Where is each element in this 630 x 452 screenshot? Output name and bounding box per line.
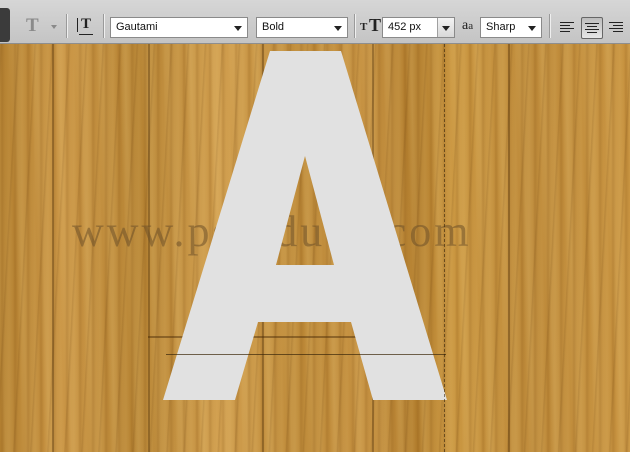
anti-alias-glyph-small: a [468,20,474,32]
text-orientation-icon [77,18,78,32]
chevron-down-icon [51,25,57,29]
text-bounding-guide [444,44,445,452]
separator [66,14,68,38]
separator [103,14,105,38]
align-right-button[interactable] [605,17,627,39]
anti-alias-icon: aa [462,18,473,34]
document-canvas[interactable]: www.psd-dude.com [0,44,630,452]
font-family-dropdown[interactable]: Gautami [110,17,248,38]
font-style-value: Bold [262,21,285,33]
chevron-down-icon [442,26,450,31]
font-size-dropdown-button[interactable] [437,18,454,37]
chevron-down-icon [334,26,342,31]
chevron-down-icon [234,26,242,31]
options-bar: T T Gautami Bold T T 452 px aa Sharp [0,0,630,44]
toolbar-grip-handle[interactable] [0,8,10,42]
wood-plank-seam [508,44,510,452]
anti-alias-dropdown[interactable]: Sharp [480,17,542,38]
font-size-value: 452 px [388,21,422,33]
font-family-value: Gautami [116,21,158,33]
chevron-down-icon [528,26,536,31]
wood-plank-seam [52,44,54,452]
align-left-button[interactable] [557,17,579,39]
font-size-icon-small: T [360,21,368,33]
text-orientation-arrow [79,34,93,35]
font-size-icon-big: T [369,15,382,35]
text-orientation-glyph: T [81,16,92,32]
font-size-icon: T T [360,15,382,36]
text-layer-letter-a[interactable] [163,44,447,418]
separator [354,14,356,38]
text-baseline [166,354,446,355]
align-center-button[interactable] [581,17,603,39]
font-size-dropdown[interactable]: 452 px [382,17,455,38]
anti-alias-value: Sharp [486,21,516,33]
type-tool-icon: T [26,15,39,36]
toggle-text-orientation-button[interactable]: T [75,15,97,39]
letter-a-shape [163,51,447,400]
font-style-dropdown[interactable]: Bold [256,17,348,38]
separator [549,14,551,38]
